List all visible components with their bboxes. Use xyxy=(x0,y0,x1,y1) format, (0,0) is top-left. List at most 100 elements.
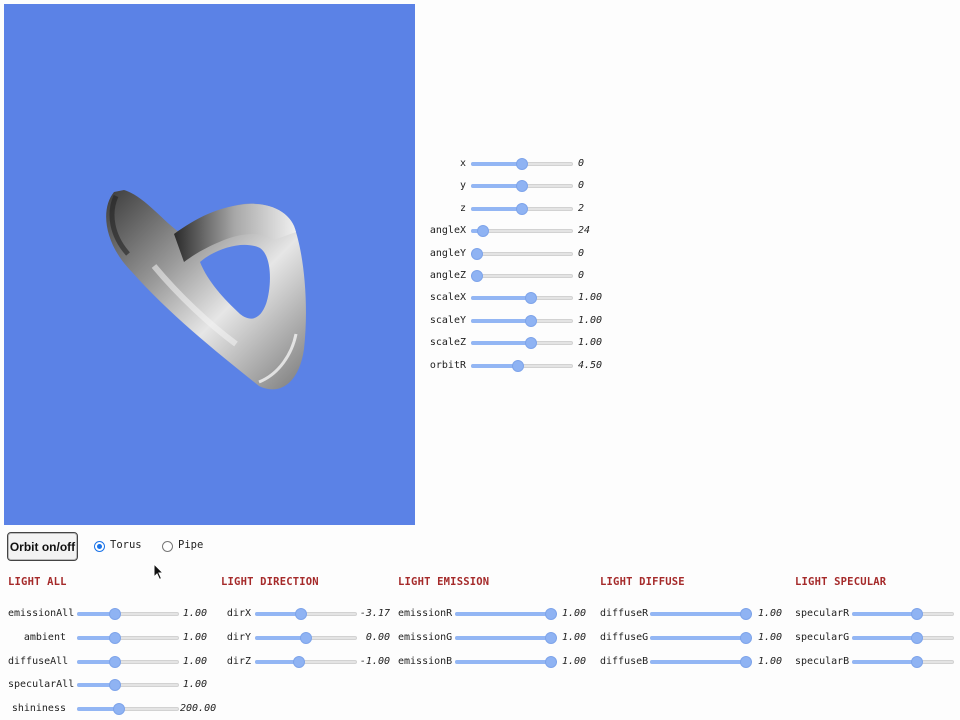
webgl-canvas[interactable] xyxy=(4,4,415,525)
z-slider-thumb[interactable] xyxy=(516,202,528,215)
dirx-value: -3.17 xyxy=(359,608,390,619)
emissionr-slider-thumb[interactable] xyxy=(545,608,557,620)
orbitr-value: 4.50 xyxy=(578,359,603,371)
dirx-slider-thumb[interactable] xyxy=(294,608,307,620)
light-emission-heading: LIGHT EMISSION xyxy=(398,576,490,588)
scaley-value: 1.00 xyxy=(578,314,603,326)
x-slider-thumb[interactable] xyxy=(516,158,528,170)
angley-slider-track[interactable] xyxy=(471,251,573,256)
pipe-radio-label[interactable]: Pipe xyxy=(178,539,203,551)
dirx-slider[interactable] xyxy=(255,608,357,620)
scalez-value: 1.00 xyxy=(578,337,603,349)
anglez-value: 0 xyxy=(578,270,585,281)
shininess-slider-thumb[interactable] xyxy=(113,703,125,716)
scalex-slider-thumb[interactable] xyxy=(525,292,537,305)
scalex-slider-fill xyxy=(471,296,531,301)
angley-label: angleY xyxy=(429,247,466,259)
anglez-label: angleZ xyxy=(429,270,466,281)
specularb-slider-thumb[interactable] xyxy=(910,655,923,668)
dirz-label: dirZ xyxy=(226,655,251,667)
emissionall-slider-thumb[interactable] xyxy=(108,608,121,620)
emissionr-slider-fill xyxy=(455,612,551,616)
anglex-slider[interactable] xyxy=(471,225,573,238)
diffuseb-label: diffuseB xyxy=(600,655,649,667)
y-label: y xyxy=(459,180,466,192)
orbitr-slider[interactable] xyxy=(471,359,573,372)
diffuser-slider-thumb[interactable] xyxy=(740,608,752,620)
anglez-slider-thumb[interactable] xyxy=(471,270,483,282)
light-all-heading: LIGHT ALL xyxy=(8,576,67,588)
emissionb-label: emissionB xyxy=(398,655,453,667)
light-specular-heading: LIGHT SPECULAR xyxy=(795,576,887,588)
ambient-slider[interactable] xyxy=(77,631,179,644)
dirz-value: -1.00 xyxy=(359,655,390,667)
diffuseall-slider-thumb[interactable] xyxy=(108,655,121,668)
dirz-slider-thumb[interactable] xyxy=(292,655,305,668)
specularb-label: specularB xyxy=(795,655,850,667)
diry-slider-thumb[interactable] xyxy=(300,631,312,644)
scalex-value: 1.00 xyxy=(578,292,603,304)
scalex-slider[interactable] xyxy=(471,292,573,305)
diffuser-slider[interactable] xyxy=(650,608,752,620)
orbit-toggle-button[interactable]: Orbit on/off xyxy=(7,532,78,561)
shininess-slider[interactable] xyxy=(77,703,179,716)
ambient-slider-thumb[interactable] xyxy=(108,631,121,644)
specularr-slider-thumb[interactable] xyxy=(910,608,923,620)
diffuseg-slider-thumb[interactable] xyxy=(740,631,752,644)
emissionall-label: emissionAll xyxy=(8,608,75,619)
angley-slider[interactable] xyxy=(471,247,573,260)
emissionr-value: 1.00 xyxy=(562,608,587,619)
diffuseall-slider[interactable] xyxy=(77,655,179,668)
pipe-radio[interactable] xyxy=(162,541,173,552)
y-slider-thumb[interactable] xyxy=(516,180,528,193)
emissionall-slider[interactable] xyxy=(77,608,179,620)
specularall-label: specularAll xyxy=(8,679,75,691)
scalex-label: scaleX xyxy=(429,292,466,304)
scaley-slider-thumb[interactable] xyxy=(525,314,537,327)
z-value: 2 xyxy=(578,202,585,214)
dirz-slider[interactable] xyxy=(255,655,357,668)
dirx-slider-fill xyxy=(255,612,301,616)
scaley-slider[interactable] xyxy=(471,314,573,327)
diffuseb-slider-thumb[interactable] xyxy=(740,655,752,668)
specularr-slider[interactable] xyxy=(852,608,954,620)
anglez-slider[interactable] xyxy=(471,270,573,282)
diry-slider-fill xyxy=(255,635,306,640)
specularall-slider-thumb[interactable] xyxy=(108,679,121,692)
diry-slider[interactable] xyxy=(255,631,357,644)
diffuseall-label: diffuseAll xyxy=(8,655,69,667)
diry-value: 0.00 xyxy=(365,631,390,643)
emissiong-slider-thumb[interactable] xyxy=(545,631,557,644)
torus-render xyxy=(106,190,306,390)
scaley-label: scaleY xyxy=(429,314,466,326)
diffuser-slider-fill xyxy=(650,612,746,616)
specularr-label: specularR xyxy=(795,608,850,619)
specularg-slider-thumb[interactable] xyxy=(910,631,923,644)
emissionr-slider[interactable] xyxy=(455,608,557,620)
scalez-slider[interactable] xyxy=(471,337,573,350)
y-slider[interactable] xyxy=(471,180,573,193)
x-slider[interactable] xyxy=(471,158,573,170)
angley-slider-thumb[interactable] xyxy=(471,247,483,260)
angley-value: 0 xyxy=(578,247,585,259)
specularg-slider[interactable] xyxy=(852,631,954,644)
orbitr-slider-thumb[interactable] xyxy=(511,359,524,372)
diffuseb-slider[interactable] xyxy=(650,655,752,668)
diffuseg-value: 1.00 xyxy=(758,631,783,643)
torus-radio-label[interactable]: Torus xyxy=(110,539,142,551)
diffuseg-label: diffuseG xyxy=(600,631,649,643)
emissiong-slider[interactable] xyxy=(455,631,557,644)
specularb-slider[interactable] xyxy=(852,655,954,668)
anglez-slider-track[interactable] xyxy=(471,274,573,278)
z-slider[interactable] xyxy=(471,202,573,215)
x-label: x xyxy=(459,158,466,169)
anglex-slider-thumb[interactable] xyxy=(477,225,490,238)
emissionall-value: 1.00 xyxy=(182,608,207,619)
diffuseg-slider[interactable] xyxy=(650,631,752,644)
torus-radio[interactable] xyxy=(94,541,105,552)
specularall-slider[interactable] xyxy=(77,679,179,692)
emissionb-slider[interactable] xyxy=(455,655,557,668)
specularg-label: specularG xyxy=(795,631,850,643)
emissionb-slider-thumb[interactable] xyxy=(545,655,557,668)
scalez-slider-thumb[interactable] xyxy=(525,337,537,350)
